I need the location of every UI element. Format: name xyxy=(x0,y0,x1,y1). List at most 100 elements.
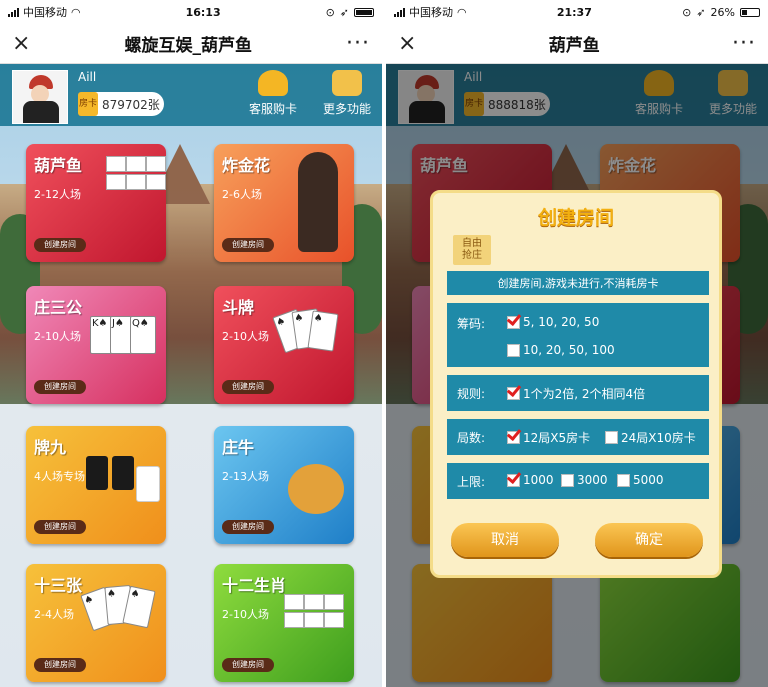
rules-option[interactable]: 1个为2倍, 2个相同4倍 xyxy=(507,385,645,402)
game-tile-zhajinhua[interactable]: 炸金花 2-6人场 创建房间 xyxy=(214,144,354,262)
create-room-dialog: 创建房间 自由 抢庄 创建房间,游戏未进行,不消耗房卡 筹码: 5, 10, 2… xyxy=(430,190,722,578)
battery-percent: 26% xyxy=(710,5,735,19)
more-menu-icon[interactable]: ··· xyxy=(346,32,370,55)
animal-grid xyxy=(106,156,166,190)
mode-tag-line2: 抢庄 xyxy=(462,250,482,261)
game-name: 庄三公 xyxy=(34,298,83,317)
close-icon[interactable]: × xyxy=(398,32,416,55)
signal-icon xyxy=(394,7,405,17)
limit-option-5000-label: 5000 xyxy=(633,473,664,487)
username: Aill xyxy=(78,70,97,84)
game-tile-shisanzhang[interactable]: 十三张 2-4人场 ♠ ♠ ♠ 创建房间 xyxy=(26,564,166,682)
create-room-button[interactable]: 创建房间 xyxy=(222,520,274,534)
rules-option-label: 1个为2倍, 2个相同4倍 xyxy=(523,387,646,401)
room-card-icon: 房卡 xyxy=(78,92,98,116)
carrier-label: 中国移动 xyxy=(23,6,67,19)
limit-option-3000[interactable]: 3000 xyxy=(561,473,608,487)
customer-service-label: 客服购卡 xyxy=(248,102,297,116)
game-tile-shierShengxiao[interactable]: 十二生肖 2-10人场 创建房间 xyxy=(214,564,354,682)
limit-option-1000-label: 1000 xyxy=(523,473,554,487)
more-functions-button[interactable]: 更多功能 xyxy=(316,70,378,117)
game-tile-paijiu[interactable]: 牌九 4人场专场 创建房间 xyxy=(26,426,166,544)
checkbox-unchecked-icon[interactable] xyxy=(617,473,630,487)
domino-icon xyxy=(112,456,134,490)
confirm-button[interactable]: 确定 xyxy=(595,523,703,557)
checkbox-unchecked-icon[interactable] xyxy=(605,431,618,444)
create-room-button[interactable]: 创建房间 xyxy=(222,658,274,672)
room-card-icon-text: 房卡 xyxy=(78,98,97,109)
rounds-option-2[interactable]: 24局X10房卡 xyxy=(605,429,696,446)
create-room-button[interactable]: 创建房间 xyxy=(34,238,86,252)
close-icon[interactable]: × xyxy=(12,32,30,55)
game-players: 2-10人场 xyxy=(222,608,269,621)
game-players: 2-12人场 xyxy=(34,188,81,201)
page-title: 螺旋互娱_葫芦鱼 xyxy=(124,36,252,56)
game-players: 2-13人场 xyxy=(222,470,269,483)
more-functions-icon xyxy=(332,70,362,96)
status-time: 21:37 xyxy=(556,5,592,19)
game-players: 2-10人场 xyxy=(34,330,81,343)
room-card-balance: 房卡 879702张 xyxy=(78,92,164,116)
game-players: 2-10人场 xyxy=(222,330,269,343)
mode-tag-line1: 自由 xyxy=(462,238,482,249)
limit-option-5000[interactable]: 5000 xyxy=(617,473,664,487)
page-title: 葫芦鱼 xyxy=(548,36,600,56)
more-menu-icon[interactable]: ··· xyxy=(732,32,756,55)
dialog-notice: 创建房间,游戏未进行,不消耗房卡 xyxy=(447,271,709,295)
game-tile-zhuangniu[interactable]: 庄牛 2-13人场 创建房间 xyxy=(214,426,354,544)
game-players: 4人场专场 xyxy=(34,470,85,483)
game-name: 葫芦鱼 xyxy=(34,156,83,175)
card-icon: ♠ xyxy=(307,310,339,352)
avatar[interactable] xyxy=(12,70,68,124)
checkbox-checked-icon[interactable] xyxy=(507,315,520,329)
chips-option-1[interactable]: 5, 10, 20, 50 xyxy=(507,315,599,329)
chips-option-1-label: 5, 10, 20, 50 xyxy=(523,315,600,329)
game-players: 2-6人场 xyxy=(222,188,262,201)
game-tile-zhuangsangong[interactable]: 庄三公 2-10人场 K♠ J♠ Q♠ 创建房间 xyxy=(26,286,166,404)
cancel-button[interactable]: 取消 xyxy=(451,523,559,557)
rules-label: 规则: xyxy=(457,387,486,401)
card-icon: Q♠ xyxy=(130,316,156,354)
customer-service-icon xyxy=(258,70,288,96)
status-bar: 中国移动 ◠ 16:13 ⊙ ➶ xyxy=(0,0,382,24)
status-bar: 中国移动 ◠ 21:37 ⊙ ➶ 26% xyxy=(386,0,768,24)
checkbox-checked-icon[interactable] xyxy=(507,473,520,487)
create-room-button[interactable]: 创建房间 xyxy=(34,658,86,672)
location-icon: ➶ xyxy=(696,5,706,19)
domino-icon xyxy=(136,466,160,502)
lock-rotation-icon: ⊙ xyxy=(325,5,335,19)
checkbox-checked-icon[interactable] xyxy=(507,387,520,400)
game-tile-doupai[interactable]: 斗牌 2-10人场 ♠ ♠ ♠ 创建房间 xyxy=(214,286,354,404)
wifi-icon: ◠ xyxy=(71,5,81,19)
status-time: 16:13 xyxy=(185,5,221,19)
chips-option-group: 筹码: 5, 10, 20, 50 10, 20, 50, 100 xyxy=(447,303,709,367)
rules-option-group: 规则: 1个为2倍, 2个相同4倍 xyxy=(447,375,709,411)
game-tile-hulu[interactable]: 葫芦鱼 2-12人场 创建房间 xyxy=(26,144,166,262)
chips-option-2[interactable]: 10, 20, 50, 100 xyxy=(507,343,615,357)
create-room-button[interactable]: 创建房间 xyxy=(34,520,86,534)
location-icon: ➶ xyxy=(339,5,349,19)
customer-service-button[interactable]: 客服购卡 xyxy=(242,70,304,117)
battery-icon xyxy=(739,7,760,17)
limit-option-group: 上限: 1000 3000 5000 xyxy=(447,463,709,499)
rounds-option-1-label: 12局X5房卡 xyxy=(523,431,591,445)
create-room-button[interactable]: 创建房间 xyxy=(222,238,274,252)
game-name: 斗牌 xyxy=(222,298,255,317)
rounds-option-2-label: 24局X10房卡 xyxy=(621,431,696,445)
create-room-button[interactable]: 创建房间 xyxy=(34,380,86,394)
mode-tag-free-grab-banker[interactable]: 自由 抢庄 xyxy=(453,235,491,265)
game-name: 庄牛 xyxy=(222,438,255,457)
dealer-character xyxy=(298,152,338,252)
limit-option-3000-label: 3000 xyxy=(577,473,608,487)
checkbox-unchecked-icon[interactable] xyxy=(507,343,520,357)
checkbox-unchecked-icon[interactable] xyxy=(561,473,574,487)
game-players: 2-4人场 xyxy=(34,608,74,621)
limit-option-1000[interactable]: 1000 xyxy=(507,473,554,487)
battery-icon xyxy=(354,7,374,17)
create-room-button[interactable]: 创建房间 xyxy=(222,380,274,394)
chips-label: 筹码: xyxy=(457,317,486,331)
dialog-title: 创建房间 xyxy=(537,207,614,229)
checkbox-checked-icon[interactable] xyxy=(507,431,520,444)
game-name: 炸金花 xyxy=(222,156,271,175)
rounds-option-1[interactable]: 12局X5房卡 xyxy=(507,429,590,446)
